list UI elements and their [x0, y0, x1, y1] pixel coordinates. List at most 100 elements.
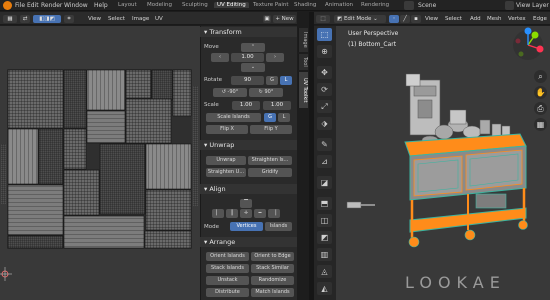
perspective-toggle-icon[interactable]: ▦: [534, 118, 547, 131]
scale-x-field[interactable]: 1.00: [232, 101, 260, 110]
align-center-icon[interactable]: ✛: [240, 209, 252, 218]
unwrap-button[interactable]: Unwrap: [206, 156, 246, 165]
menu-help[interactable]: Help: [94, 2, 108, 9]
face-select-icon[interactable]: ▪: [411, 15, 421, 23]
knife-icon[interactable]: ◬: [317, 265, 332, 278]
zoom-icon[interactable]: ⌕: [534, 70, 547, 83]
tab-layout[interactable]: Layout: [118, 2, 137, 8]
align-vertices-button[interactable]: Vertices: [230, 222, 263, 231]
rotate-minus-button[interactable]: ↺ -90°: [213, 88, 247, 97]
gridify-button[interactable]: Gridify: [248, 168, 292, 177]
uv-menu-uv[interactable]: UV: [155, 16, 163, 22]
unwrap-section-header[interactable]: ▾ Unwrap: [200, 140, 297, 150]
tab-animation[interactable]: Animation: [325, 2, 353, 8]
straighten-islands-button[interactable]: Straighten Is...: [248, 156, 292, 165]
scene-icon[interactable]: [404, 1, 414, 10]
uv-menu-image[interactable]: Image: [132, 16, 149, 22]
rotate-global-button[interactable]: G: [266, 76, 278, 85]
loop-cut-icon[interactable]: ▥: [317, 248, 332, 261]
move-right-button[interactable]: ›: [266, 53, 284, 62]
view-layer-icon[interactable]: [505, 1, 514, 10]
match-islands-button[interactable]: Match Islands: [251, 288, 294, 297]
flip-y-button[interactable]: Flip Y: [250, 125, 292, 134]
scale-icon[interactable]: ⤢: [317, 100, 332, 113]
transform-section-header[interactable]: ▾ Transform: [200, 27, 297, 37]
edge-select-icon[interactable]: ╱: [400, 15, 410, 23]
orient-islands-button[interactable]: Orient Islands: [206, 252, 249, 261]
extrude-icon[interactable]: ⬒: [317, 197, 332, 210]
tab-uv-toolkit[interactable]: UV Toolkit: [298, 72, 308, 108]
pan-icon[interactable]: ✋: [534, 86, 547, 99]
align-center-h-icon[interactable]: ┃: [226, 209, 238, 218]
annotate-icon[interactable]: ✎: [317, 138, 332, 151]
scale-local-button[interactable]: L: [278, 113, 290, 122]
flip-x-button[interactable]: Flip X: [206, 125, 248, 134]
sticky-select-icon[interactable]: ⌗: [64, 15, 74, 23]
align-center-v-icon[interactable]: ━: [254, 209, 266, 218]
move-value-field[interactable]: 1.00: [231, 53, 264, 62]
move-left-button[interactable]: ‹: [211, 53, 229, 62]
align-right-icon[interactable]: ▕: [268, 209, 280, 218]
measure-icon[interactable]: ⊿: [317, 155, 332, 168]
menu-file[interactable]: File: [15, 2, 25, 9]
inset-icon[interactable]: ◫: [317, 214, 332, 227]
tab-modeling[interactable]: Modeling: [147, 2, 172, 8]
align-top-icon[interactable]: ▔: [240, 199, 252, 208]
camera-view-icon[interactable]: ⎙: [534, 102, 547, 115]
rotate-plus-button[interactable]: ↻ 90°: [249, 88, 283, 97]
align-section-header[interactable]: ▾ Align: [200, 184, 297, 194]
vp-menu-edge[interactable]: Edge: [533, 16, 547, 22]
uv-sync-icon[interactable]: ⇄: [20, 15, 30, 23]
add-cube-icon[interactable]: ◪: [317, 176, 332, 189]
arrange-section-header[interactable]: ▾ Arrange: [200, 237, 297, 247]
align-left-icon[interactable]: ▏: [212, 209, 224, 218]
vertex-select-icon[interactable]: ◦: [389, 15, 399, 23]
unstack-button[interactable]: Unstack: [206, 276, 249, 285]
scene-name[interactable]: Scene: [418, 2, 436, 9]
rotate-value-field[interactable]: 90: [231, 76, 264, 85]
tab-image[interactable]: Image: [298, 28, 308, 52]
move-icon[interactable]: ✥: [317, 66, 332, 79]
mode-select-dropdown[interactable]: ◩ Edit Mode ⌄: [334, 15, 386, 23]
tab-sculpting[interactable]: Sculpting: [182, 2, 208, 8]
uv-menu-view[interactable]: View: [88, 16, 101, 22]
editor-type-icon[interactable]: ▦: [3, 15, 17, 23]
scale-global-button[interactable]: G: [264, 113, 276, 122]
rotate-icon[interactable]: ⟳: [317, 83, 332, 96]
select-mode-icon[interactable]: ◧◨◩: [33, 15, 61, 23]
menu-render[interactable]: Render: [41, 2, 62, 9]
bevel-icon[interactable]: ◩: [317, 231, 332, 244]
align-islands-button[interactable]: Islands: [265, 222, 292, 231]
vp-menu-mesh[interactable]: Mesh: [487, 16, 501, 22]
vp-menu-select[interactable]: Select: [445, 16, 462, 22]
view-layer-name[interactable]: View Layer: [516, 2, 549, 9]
blender-logo-icon[interactable]: [3, 1, 12, 10]
cursor-icon[interactable]: ⊕: [317, 45, 332, 58]
scale-islands-button[interactable]: Scale Islands: [206, 113, 261, 122]
menu-window[interactable]: Window: [64, 2, 88, 9]
move-up-button[interactable]: ⌃: [241, 43, 265, 52]
straighten-uv-button[interactable]: Straighten U...: [206, 168, 246, 177]
vp-menu-view[interactable]: View: [425, 16, 438, 22]
orient-to-edge-button[interactable]: Orient to Edge: [251, 252, 294, 261]
randomize-button[interactable]: Randomize: [251, 276, 294, 285]
uv-editor-canvas[interactable]: [0, 26, 200, 300]
vp-menu-vertex[interactable]: Vertex: [508, 16, 526, 22]
viewport-editor-type-icon[interactable]: ⬚: [316, 15, 330, 23]
transform-icon[interactable]: ⬗: [317, 117, 332, 130]
vp-menu-add[interactable]: Add: [470, 16, 481, 22]
y-axis-icon[interactable]: [531, 31, 539, 39]
tab-uv-editing[interactable]: UV Editing: [214, 2, 249, 8]
x-axis-icon[interactable]: [536, 45, 544, 53]
move-down-button[interactable]: ⌄: [241, 63, 265, 72]
tab-rendering[interactable]: Rendering: [361, 2, 389, 8]
new-image-button[interactable]: + New: [273, 15, 296, 23]
tab-texture-paint[interactable]: Texture Paint: [253, 2, 289, 8]
image-browse-icon[interactable]: ▣: [263, 15, 271, 23]
stack-similar-button[interactable]: Stack Similar: [251, 264, 294, 273]
distribute-button[interactable]: Distribute: [206, 288, 249, 297]
rotate-local-button[interactable]: L: [280, 76, 292, 85]
tab-tool[interactable]: Tool: [298, 54, 308, 70]
select-box-icon[interactable]: ⬚: [317, 28, 332, 41]
tab-shading[interactable]: Shading: [294, 2, 316, 8]
